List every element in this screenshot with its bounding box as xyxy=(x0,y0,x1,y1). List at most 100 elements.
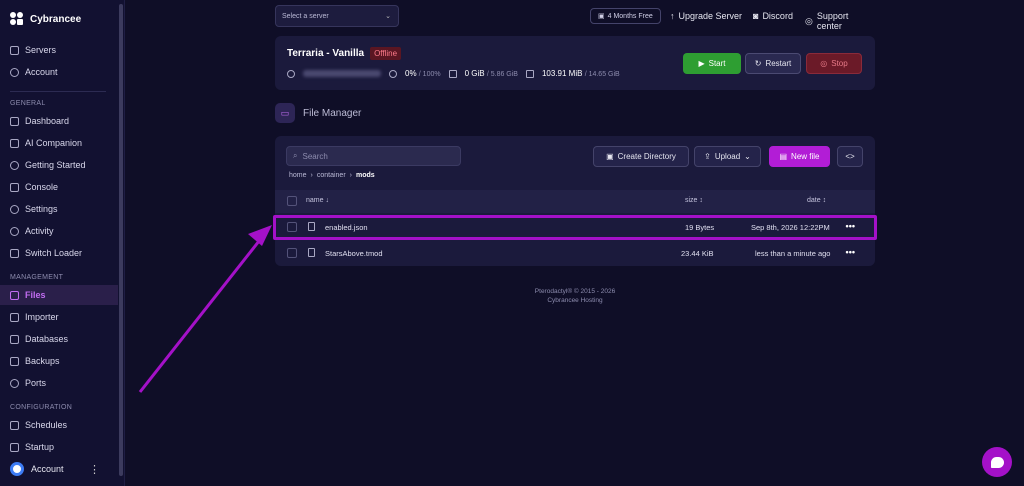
file-manager-header: ▭ File Manager xyxy=(275,103,361,123)
calendar-icon xyxy=(10,420,19,430)
chat-button[interactable] xyxy=(982,447,1012,477)
breadcrumb-home[interactable]: home xyxy=(289,172,307,179)
file-manager-title: File Manager xyxy=(303,107,362,119)
download-icon xyxy=(10,312,19,322)
disk-icon xyxy=(525,69,534,78)
memory-value: 0 GiB xyxy=(464,69,485,78)
cpu-value: 0% xyxy=(405,69,417,78)
dashboard-icon xyxy=(10,116,19,126)
sidebar-item-ports[interactable]: Ports xyxy=(0,373,118,393)
status-badge: Offline xyxy=(370,47,402,60)
footer-hosting: Cybrancee Hosting xyxy=(547,297,603,304)
row-checkbox[interactable] xyxy=(287,248,297,258)
column-name[interactable]: name ↓ xyxy=(306,197,329,204)
server-icon xyxy=(10,45,19,55)
breadcrumb: home › container › mods xyxy=(289,172,375,179)
sidebar-item-backups[interactable]: Backups xyxy=(0,351,118,371)
sidebar-item-startup[interactable]: Startup xyxy=(0,437,118,457)
server-stats: 0% / 100% 0 GiB / 5.86 GiB 103.91 MiB / … xyxy=(287,69,620,78)
promo-pill[interactable]: ▣ 4 Months Free xyxy=(590,8,661,24)
user-icon xyxy=(10,67,19,77)
file-size: 23.44 KiB xyxy=(681,249,714,258)
file-date: Sep 8th, 2026 12:22PM xyxy=(751,223,830,232)
cpu-icon xyxy=(389,69,397,78)
sidebar-scrollbar[interactable] xyxy=(119,4,123,476)
sidebar-divider xyxy=(10,91,106,92)
breadcrumb-container[interactable]: container xyxy=(317,172,346,179)
stop-button[interactable]: ◎ Stop xyxy=(806,53,862,74)
folder-icon xyxy=(10,290,19,300)
sidebar-item-switch-loader[interactable]: Switch Loader xyxy=(0,243,118,263)
file-icon xyxy=(308,248,315,259)
compass-icon xyxy=(10,160,19,170)
disk-limit: / 14.65 GiB xyxy=(584,71,620,78)
cybrancee-logo-icon xyxy=(10,12,24,26)
code-button[interactable]: <> xyxy=(837,146,863,167)
table-row[interactable]: StarsAbove.tmod 23.44 KiB less than a mi… xyxy=(275,240,875,266)
upgrade-server-link[interactable]: ↑ Upgrade Server xyxy=(670,11,742,21)
sidebar: Cybrancee Servers Account GENERAL Dashbo… xyxy=(0,0,125,486)
account-label: Account xyxy=(31,464,64,474)
discord-link[interactable]: ◙ Discord xyxy=(753,11,793,21)
file-plus-icon: ▤ xyxy=(779,152,788,161)
row-checkbox[interactable] xyxy=(287,222,297,232)
brand-name: Cybrancee xyxy=(30,13,82,25)
start-button[interactable]: ▶ Start xyxy=(683,53,741,74)
more-options-icon[interactable]: ••• xyxy=(846,247,855,257)
file-name[interactable]: StarsAbove.tmod xyxy=(325,249,383,258)
table-row[interactable]: enabled.json 19 Bytes Sep 8th, 2026 12:2… xyxy=(275,214,875,240)
files-card: ⌕ Search ▣ Create Directory ⇪ Upload ⌄ ▤ New… xyxy=(275,136,875,266)
file-name[interactable]: enabled.json xyxy=(325,223,368,232)
sidebar-item-activity[interactable]: Activity xyxy=(0,221,118,241)
terminal-icon xyxy=(10,182,19,192)
support-icon: ◎ xyxy=(805,15,813,26)
sidebar-item-settings[interactable]: Settings xyxy=(0,199,118,219)
sidebar-item-servers[interactable]: Servers xyxy=(0,40,118,60)
column-date[interactable]: date ↕ xyxy=(807,197,826,204)
chevron-right-icon: › xyxy=(349,172,352,179)
sidebar-item-account[interactable]: Account xyxy=(0,62,118,82)
sidebar-item-dashboard[interactable]: Dashboard xyxy=(0,111,118,131)
upload-button[interactable]: ⇪ Upload ⌄ xyxy=(694,146,761,167)
memory-limit: / 5.86 GiB xyxy=(486,71,518,78)
create-directory-button[interactable]: ▣ Create Directory xyxy=(593,146,689,167)
chevron-right-icon: › xyxy=(310,172,313,179)
new-file-button[interactable]: ▤ New file xyxy=(769,146,830,167)
sidebar-item-schedules[interactable]: Schedules xyxy=(0,415,118,435)
server-name: Terraria - Vanilla xyxy=(287,48,365,59)
server-select[interactable]: Select a server ⌄ xyxy=(275,5,399,27)
sidebar-item-files[interactable]: Files xyxy=(0,285,118,305)
switch-icon xyxy=(10,248,19,258)
more-options-icon[interactable]: ••• xyxy=(846,221,855,231)
memory-icon xyxy=(448,69,457,78)
startup-icon xyxy=(10,442,19,452)
sidebar-item-ai-companion[interactable]: AI Companion xyxy=(0,133,118,153)
database-icon xyxy=(10,334,19,344)
support-center-link[interactable]: ◎ Support center xyxy=(805,11,875,31)
server-title: Terraria - Vanilla Offline xyxy=(287,47,402,60)
folder-plus-icon: ▣ xyxy=(606,152,614,161)
sidebar-item-databases[interactable]: Databases xyxy=(0,329,118,349)
account-menu[interactable]: Account ⋮ xyxy=(0,458,118,480)
select-all-checkbox[interactable] xyxy=(287,196,297,206)
file-icon xyxy=(308,222,315,233)
chevron-down-icon: ⌄ xyxy=(385,13,391,20)
kebab-menu-icon[interactable]: ⋮ xyxy=(89,463,100,476)
sidebar-item-console[interactable]: Console xyxy=(0,177,118,197)
chat-bubble-icon xyxy=(990,456,1004,468)
discord-icon: ◙ xyxy=(753,11,759,21)
column-size[interactable]: size ↕ xyxy=(685,197,703,204)
table-header: name ↓ size ↕ date ↕ xyxy=(275,190,875,213)
brand[interactable]: Cybrancee xyxy=(10,12,81,26)
sidebar-item-importer[interactable]: Importer xyxy=(0,307,118,327)
upload-icon: ⇪ xyxy=(704,152,711,161)
arrow-up-icon: ↑ xyxy=(670,11,675,21)
footer-copyright: Pterodactyl® © 2015 - 2026 xyxy=(534,288,616,295)
stop-icon: ◎ xyxy=(820,59,828,68)
sidebar-item-getting-started[interactable]: Getting Started xyxy=(0,155,118,175)
search-input[interactable]: ⌕ Search xyxy=(286,146,461,166)
section-title-general: GENERAL xyxy=(10,100,46,107)
gear-icon xyxy=(10,204,19,214)
restart-button[interactable]: ↻ Restart xyxy=(745,53,801,74)
folder-icon: ▭ xyxy=(275,103,295,123)
